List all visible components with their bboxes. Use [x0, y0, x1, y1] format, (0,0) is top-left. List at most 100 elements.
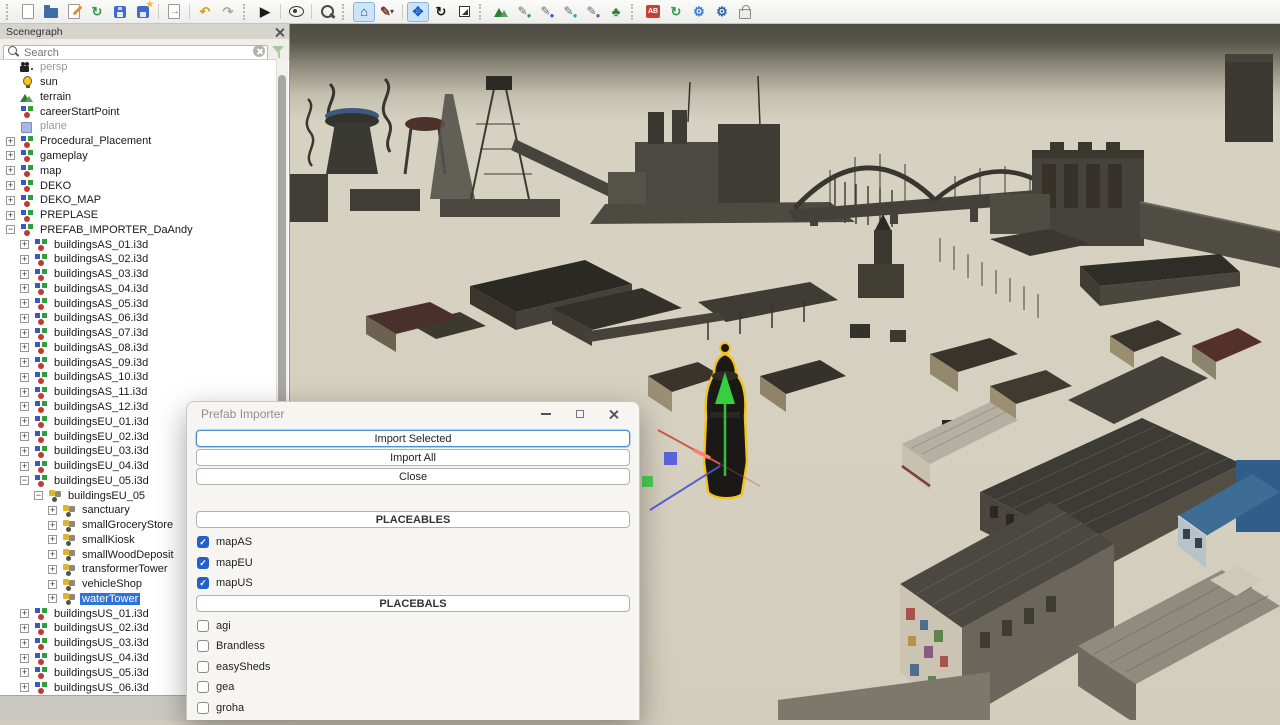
open-folder-icon[interactable]: [40, 2, 62, 22]
expand-toggle-icon[interactable]: +: [20, 240, 29, 249]
expand-toggle-icon[interactable]: +: [20, 609, 29, 618]
home-icon[interactable]: ⌂: [353, 2, 375, 22]
tree-item-buildingsas-04-i3d[interactable]: +buildingsAS_04.i3d: [0, 281, 289, 296]
expand-toggle-icon[interactable]: +: [20, 270, 29, 279]
expand-toggle-icon[interactable]: +: [6, 137, 15, 146]
tree-item-buildingsas-09-i3d[interactable]: +buildingsAS_09.i3d: [0, 355, 289, 370]
expand-toggle-icon[interactable]: +: [20, 299, 29, 308]
filter-funnel-icon[interactable]: [271, 44, 286, 59]
doc-export-icon[interactable]: [163, 2, 185, 22]
save-icon[interactable]: [109, 2, 131, 22]
checkbox-row-mapus[interactable]: ✓mapUS: [197, 577, 629, 590]
expand-toggle-icon[interactable]: +: [20, 624, 29, 633]
expand-toggle-icon[interactable]: +: [6, 181, 15, 190]
section-header-placeables[interactable]: PLACEABLES: [196, 511, 630, 528]
expand-toggle-icon[interactable]: +: [20, 255, 29, 264]
expand-toggle-icon[interactable]: +: [48, 565, 57, 574]
checkbox-row-brandless[interactable]: Brandless: [197, 640, 629, 653]
expand-toggle-icon[interactable]: +: [48, 521, 57, 530]
expand-toggle-icon[interactable]: +: [20, 683, 29, 692]
expand-toggle-icon[interactable]: +: [6, 166, 15, 175]
minimize-icon[interactable]: [529, 404, 563, 424]
clear-search-icon[interactable]: [253, 45, 265, 57]
expand-toggle-icon[interactable]: +: [20, 388, 29, 397]
collapse-toggle-icon[interactable]: −: [6, 225, 15, 234]
checkbox-checked-icon[interactable]: ✓: [197, 577, 209, 589]
close-icon[interactable]: [275, 27, 284, 36]
move-icon[interactable]: ✥: [407, 2, 429, 22]
tree-item-buildingsas-07-i3d[interactable]: +buildingsAS_07.i3d: [0, 326, 289, 341]
expand-toggle-icon[interactable]: +: [20, 284, 29, 293]
expand-toggle-icon[interactable]: +: [48, 535, 57, 544]
checkbox-row-mapas[interactable]: ✓mapAS: [197, 536, 629, 549]
expand-toggle-icon[interactable]: +: [20, 417, 29, 426]
expand-toggle-icon[interactable]: +: [48, 580, 57, 589]
checkbox-row-groha[interactable]: groha: [197, 701, 629, 714]
tree-item-sun[interactable]: sun: [0, 75, 289, 90]
tree-item-deko[interactable]: +DEKO: [0, 178, 289, 193]
tree-item-buildingsas-03-i3d[interactable]: +buildingsAS_03.i3d: [0, 267, 289, 282]
save-as-icon[interactable]: [132, 2, 154, 22]
refresh-icon[interactable]: ↻: [86, 2, 108, 22]
play-icon[interactable]: ▶: [254, 2, 276, 22]
expand-toggle-icon[interactable]: +: [48, 594, 57, 603]
tree-item-deko-map[interactable]: +DEKO_MAP: [0, 193, 289, 208]
tree-item-buildingsas-11-i3d[interactable]: +buildingsAS_11.i3d: [0, 385, 289, 400]
checkbox-checked-icon[interactable]: ✓: [197, 536, 209, 548]
checkbox-unchecked-icon[interactable]: [197, 681, 209, 693]
tree-item-buildingsas-10-i3d[interactable]: +buildingsAS_10.i3d: [0, 370, 289, 385]
terrain-brush-green-icon[interactable]: [513, 2, 535, 22]
checkbox-checked-icon[interactable]: ✓: [197, 557, 209, 569]
tree-icon[interactable]: ♣: [605, 2, 627, 22]
scale-icon[interactable]: [453, 2, 475, 22]
checkbox-row-easysheds[interactable]: easySheds: [197, 660, 629, 673]
section-header-placebals[interactable]: PLACEBALS: [196, 595, 630, 612]
tree-item-terrain[interactable]: terrain: [0, 90, 289, 105]
checkbox-unchecked-icon[interactable]: [197, 620, 209, 632]
dialog-titlebar[interactable]: Prefab Importer: [187, 402, 639, 426]
checkbox-row-agi[interactable]: agi: [197, 619, 629, 632]
expand-toggle-icon[interactable]: +: [6, 211, 15, 220]
bag-icon[interactable]: [734, 2, 756, 22]
collapse-toggle-icon[interactable]: −: [34, 491, 43, 500]
gear-darkblue-icon[interactable]: ⚙: [711, 2, 733, 22]
expand-toggle-icon[interactable]: +: [20, 462, 29, 471]
scrollbar-thumb[interactable]: [278, 75, 286, 415]
tree-item-persp[interactable]: persp: [0, 60, 289, 75]
import-all-button[interactable]: Import All: [196, 449, 630, 466]
expand-toggle-icon[interactable]: +: [20, 639, 29, 648]
expand-toggle-icon[interactable]: +: [20, 314, 29, 323]
expand-toggle-icon[interactable]: +: [20, 654, 29, 663]
tree-item-buildingsas-05-i3d[interactable]: +buildingsAS_05.i3d: [0, 296, 289, 311]
expand-toggle-icon[interactable]: +: [48, 506, 57, 515]
expand-toggle-icon[interactable]: +: [20, 329, 29, 338]
expand-toggle-icon[interactable]: +: [20, 358, 29, 367]
terrain-brush-teal-icon[interactable]: [559, 2, 581, 22]
refresh-green-icon[interactable]: ↻: [665, 2, 687, 22]
doc-edit-icon[interactable]: [63, 2, 85, 22]
checkbox-unchecked-icon[interactable]: [197, 640, 209, 652]
expand-toggle-icon[interactable]: +: [20, 668, 29, 677]
expand-toggle-icon[interactable]: +: [20, 447, 29, 456]
checkbox-row-gea[interactable]: gea: [197, 681, 629, 694]
tree-item-buildingsas-02-i3d[interactable]: +buildingsAS_02.i3d: [0, 252, 289, 267]
magnifier-icon[interactable]: [316, 2, 338, 22]
import-selected-button[interactable]: Import Selected: [196, 430, 630, 447]
tree-item-map[interactable]: +map: [0, 163, 289, 178]
checkbox-row-mapeu[interactable]: ✓mapEU: [197, 556, 629, 569]
terrain-brush-purple-icon[interactable]: [582, 2, 604, 22]
tree-item-buildingsas-08-i3d[interactable]: +buildingsAS_08.i3d: [0, 341, 289, 356]
terrain-sculpt-icon[interactable]: [490, 2, 512, 22]
gizmo-plane-handle[interactable]: [642, 476, 653, 487]
close-icon[interactable]: [597, 404, 631, 424]
expand-toggle-icon[interactable]: +: [6, 196, 15, 205]
collapse-toggle-icon[interactable]: −: [20, 476, 29, 485]
new-doc-icon[interactable]: [17, 2, 39, 22]
gear-blue-icon[interactable]: ⚙: [688, 2, 710, 22]
checkbox-unchecked-icon[interactable]: [197, 702, 209, 714]
tree-item-plane[interactable]: plane: [0, 119, 289, 134]
tree-item-procedural-placement[interactable]: +Procedural_Placement: [0, 134, 289, 149]
abc-cube-icon[interactable]: [642, 2, 664, 22]
expand-toggle-icon[interactable]: +: [20, 432, 29, 441]
expand-toggle-icon[interactable]: +: [48, 550, 57, 559]
